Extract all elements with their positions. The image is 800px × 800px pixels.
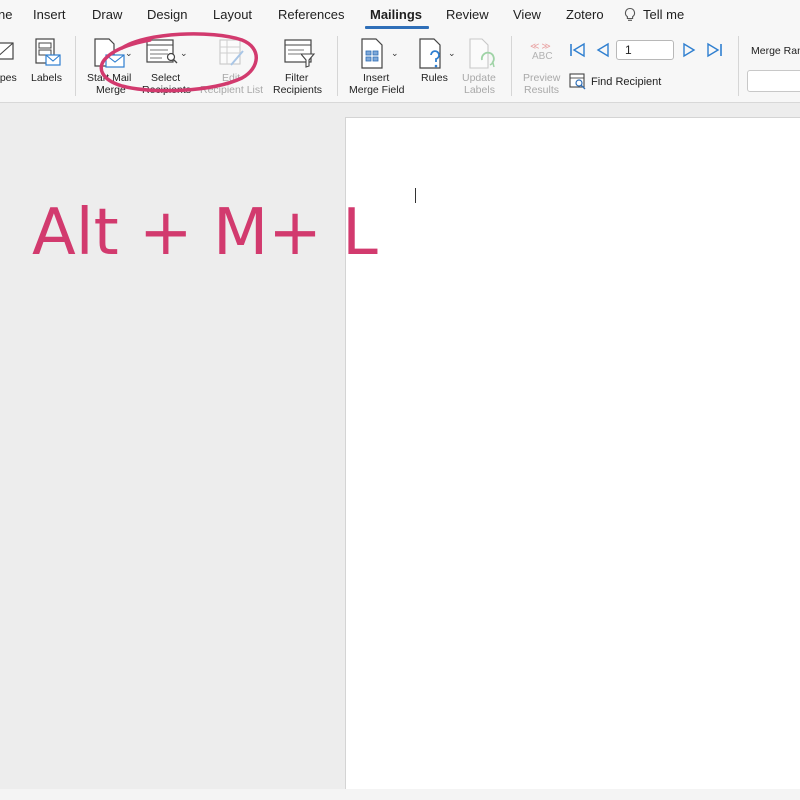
update-labels-icon bbox=[469, 38, 495, 69]
highlight-circle-annotation bbox=[99, 32, 258, 93]
ribbon-tab-bar: ne Insert Draw Design Layout References … bbox=[0, 0, 800, 30]
tab-view[interactable]: View bbox=[513, 7, 541, 22]
tell-me-search[interactable]: Tell me bbox=[643, 7, 684, 22]
next-record-icon[interactable] bbox=[681, 42, 697, 58]
ribbon-separator bbox=[75, 36, 76, 96]
tab-zotero[interactable]: Zotero bbox=[566, 7, 604, 22]
chevron-down-icon: ⌄ bbox=[391, 48, 399, 58]
tab-layout[interactable]: Layout bbox=[213, 7, 252, 22]
status-bar-strip bbox=[0, 789, 800, 800]
find-recipient-button[interactable]: Find Recipient bbox=[568, 72, 678, 92]
keyboard-shortcut-annotation: Alt + M+ L bbox=[32, 196, 378, 270]
record-number-input[interactable]: 1 bbox=[616, 40, 674, 60]
merge-range-label: Merge Ran bbox=[751, 45, 800, 57]
document-page[interactable] bbox=[345, 117, 800, 790]
tab-home[interactable]: ne bbox=[0, 7, 12, 22]
previous-record-icon[interactable] bbox=[595, 42, 611, 58]
tab-references[interactable]: References bbox=[278, 7, 344, 22]
update-labels-button[interactable]: Update Labels bbox=[460, 30, 502, 100]
find-recipient-icon bbox=[569, 73, 586, 90]
envelopes-button[interactable]: opes bbox=[0, 30, 30, 100]
preview-abc-icon: ≪≫ ABC bbox=[530, 41, 553, 62]
ribbon-separator bbox=[738, 36, 739, 96]
lightbulb-icon[interactable] bbox=[623, 7, 637, 23]
preview-results-button[interactable]: ≪≫ ABC Preview Results bbox=[518, 30, 566, 100]
labels-icon bbox=[35, 38, 61, 66]
last-record-icon[interactable] bbox=[705, 42, 723, 58]
tab-mailings[interactable]: Mailings bbox=[370, 7, 422, 22]
merge-field-icon bbox=[361, 38, 383, 69]
envelope-icon bbox=[0, 42, 14, 60]
tab-insert[interactable]: Insert bbox=[33, 7, 66, 22]
filter-icon bbox=[284, 39, 316, 68]
labels-button[interactable]: Labels bbox=[28, 30, 66, 100]
filter-recipients-button[interactable]: Filter Recipients bbox=[270, 30, 328, 100]
chevron-down-icon: ⌄ bbox=[448, 48, 456, 58]
text-cursor bbox=[415, 188, 416, 203]
tab-draw[interactable]: Draw bbox=[92, 7, 122, 22]
ribbon-separator bbox=[337, 36, 338, 96]
active-tab-indicator bbox=[365, 26, 429, 29]
rules-button[interactable]: ⌄ Rules bbox=[414, 30, 460, 100]
rules-icon bbox=[419, 38, 441, 69]
tab-review[interactable]: Review bbox=[446, 7, 489, 22]
merge-range-input[interactable] bbox=[747, 70, 800, 92]
tab-design[interactable]: Design bbox=[147, 7, 187, 22]
ribbon-separator bbox=[511, 36, 512, 96]
first-record-icon[interactable] bbox=[569, 42, 587, 58]
insert-merge-field-button[interactable]: ⌄ Insert Merge Field bbox=[344, 30, 410, 100]
